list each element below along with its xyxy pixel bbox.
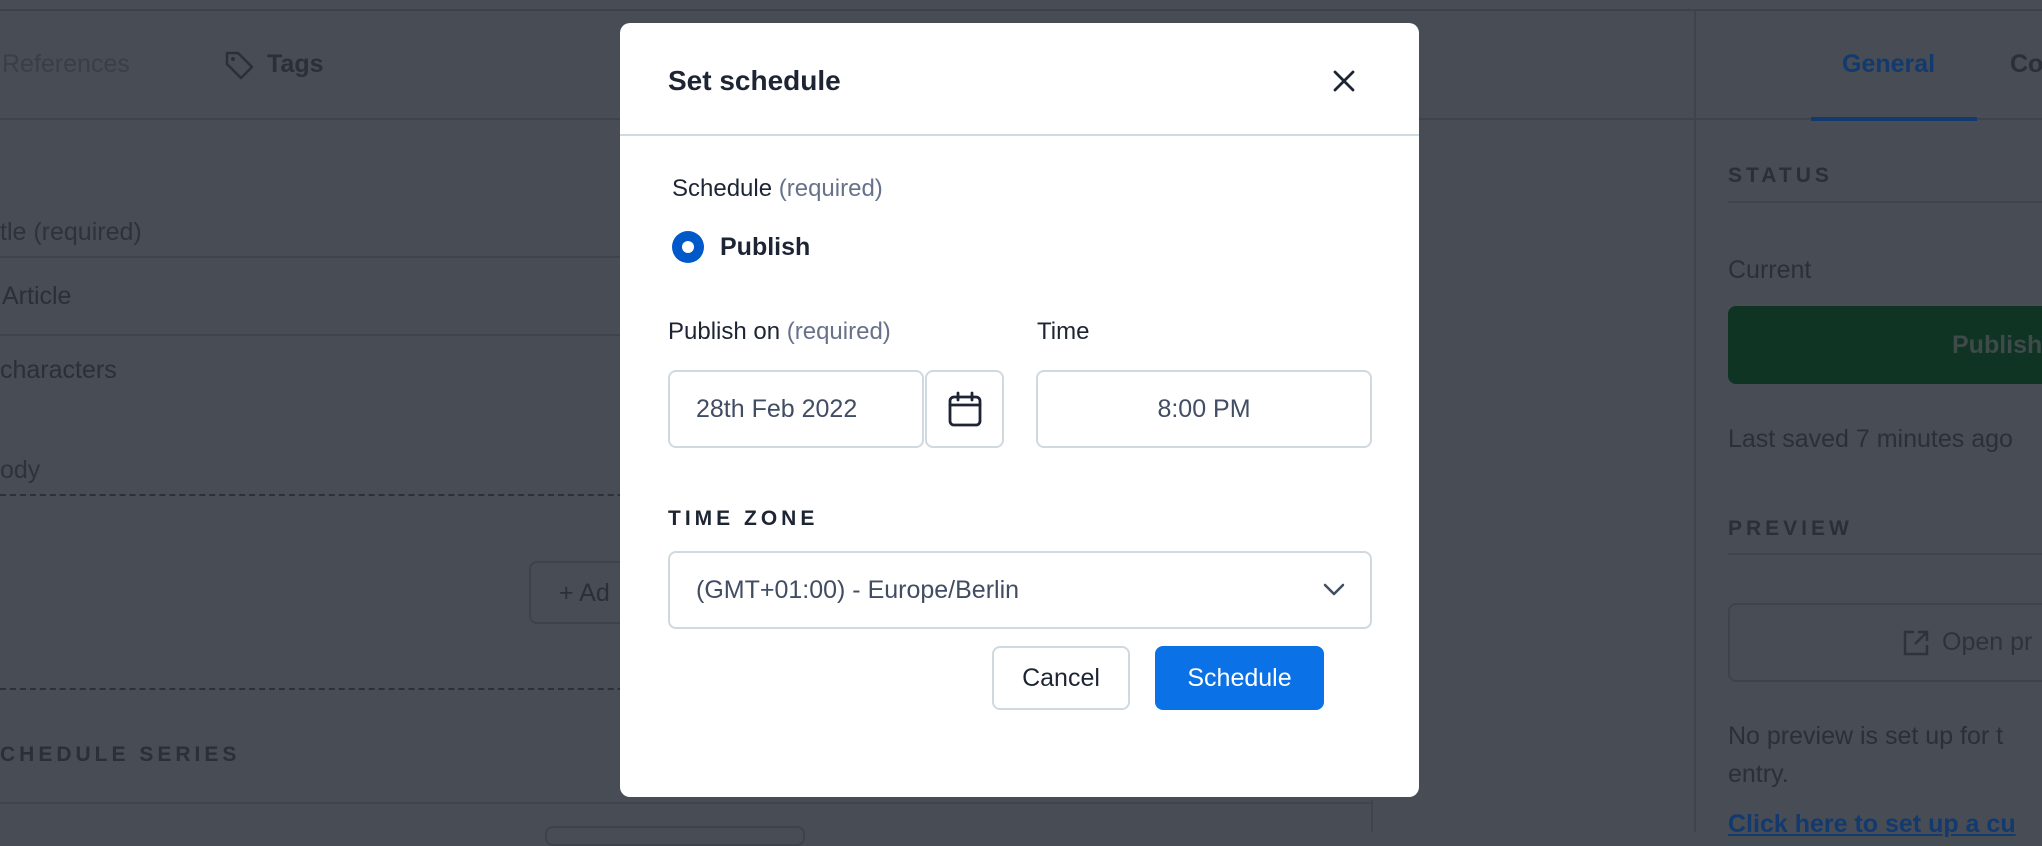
time-input[interactable]: 8:00 PM [1036,370,1372,448]
sidebar-tab-general[interactable]: General [1842,50,1935,79]
radio-publish[interactable]: Publish [672,231,810,263]
schedule-series-heading: CHEDULE SERIES [0,743,241,766]
required-hint: (required) [778,175,883,202]
radio-label: Publish [720,232,811,261]
time-value: 8:00 PM [1157,394,1251,423]
publish-on-label-text: Publish on [668,318,781,345]
timezone-value: (GMT+01:00) - Europe/Berlin [696,575,1020,604]
top-border [0,9,2042,11]
modal-header-divider [620,134,1419,136]
char-count: characters [0,356,117,384]
date-value: 28th Feb 2022 [696,394,858,423]
radio-button-selected[interactable] [672,231,704,263]
title-value[interactable]: Article [2,282,71,311]
preview-heading: PREVIEW [1728,517,1853,540]
open-preview-label: Open pr [1942,628,2033,656]
active-tab-indicator [1811,117,1977,121]
calendar-icon [948,391,981,427]
set-schedule-modal: Set schedule Schedule (required) Publish… [620,23,1419,797]
publish-button[interactable]: Publish [1728,306,2042,384]
publish-on-label: Publish on (required) [668,318,891,346]
schedule-button[interactable]: Schedule [1155,646,1324,710]
tab-tags[interactable]: Tags [267,50,324,79]
external-link-icon [1903,630,1929,656]
cancel-button[interactable]: Cancel [992,646,1130,710]
chevron-down-icon [1323,583,1345,596]
tag-icon [225,51,254,80]
date-input[interactable]: 28th Feb 2022 [668,370,924,448]
sidebar-divider [1694,10,1696,832]
field-box[interactable] [545,826,805,846]
divider [1371,800,1373,832]
setup-preview-link[interactable]: Click here to set up a cu [1728,810,2016,839]
schedule-label-text: Schedule [672,175,773,202]
open-preview-button[interactable]: Open pr [1728,603,2042,682]
cancel-label: Cancel [1022,663,1100,692]
status-heading: STATUS [1728,164,1833,187]
publish-button-label: Publish [1952,331,2042,359]
body-label: ody [0,456,41,484]
sidebar-tab-content[interactable]: Co [2010,50,2042,79]
required-hint: (required) [786,318,891,345]
tab-references[interactable]: References [2,50,130,79]
divider [0,802,1371,804]
timezone-select[interactable]: (GMT+01:00) - Europe/Berlin [668,551,1372,629]
calendar-button[interactable] [925,370,1004,448]
modal-title: Set schedule [668,65,841,96]
current-label: Current [1728,256,1812,284]
no-preview-text-2: entry. [1728,760,1789,788]
close-icon[interactable] [1330,67,1358,95]
last-saved: Last saved 7 minutes ago [1728,425,2013,453]
title-label: tle (required) [0,218,142,246]
divider [1728,201,2042,203]
time-label: Time [1037,318,1090,345]
divider [1728,553,2042,555]
schedule-button-label: Schedule [1187,663,1292,692]
timezone-label: TIME ZONE [668,507,819,530]
no-preview-text: No preview is set up for t [1728,722,2004,750]
schedule-label: Schedule (required) [672,175,883,203]
